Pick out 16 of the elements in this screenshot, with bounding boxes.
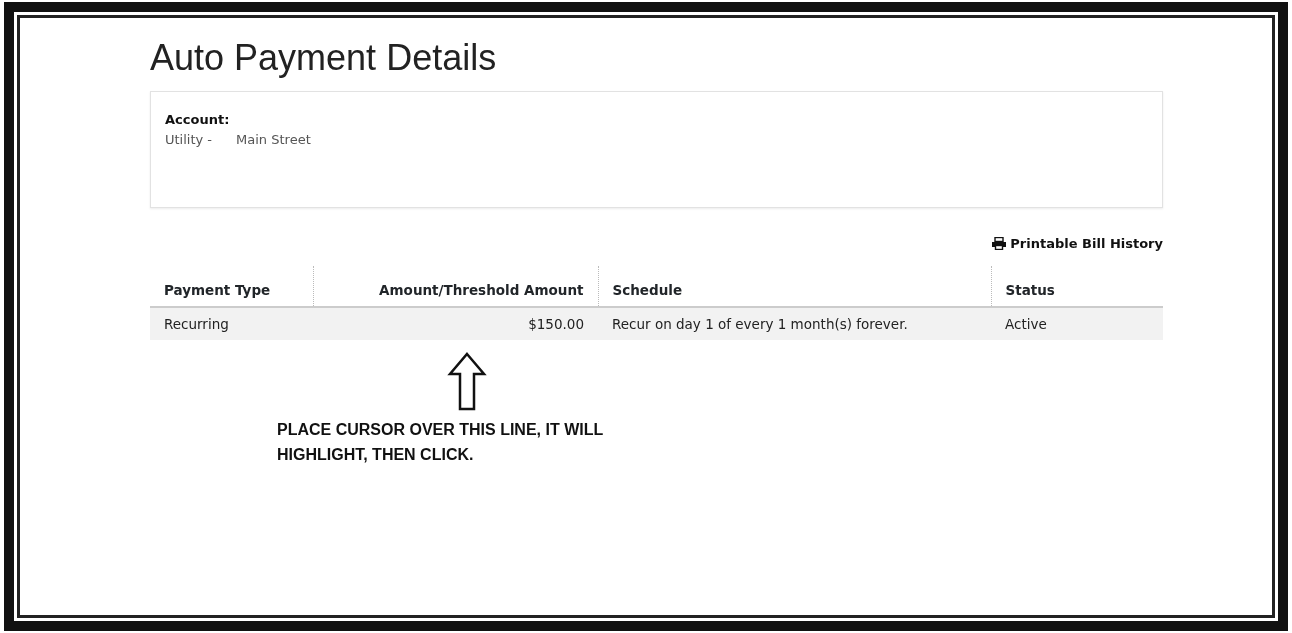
printable-bill-history-link[interactable]: Printable Bill History: [992, 234, 1163, 254]
printer-icon: [992, 237, 1007, 251]
up-arrow-icon: [447, 352, 487, 413]
column-header: Schedule: [598, 265, 991, 307]
table-cell[interactable]: $150.00: [313, 306, 598, 341]
page-title: Auto Payment Details: [150, 36, 498, 80]
account-type: Utility -: [165, 130, 213, 149]
column-header: Payment Type: [150, 265, 313, 307]
column-header: Amount/Threshold Amount: [313, 265, 598, 307]
column-header: Status: [991, 265, 1163, 307]
table-cell[interactable]: Recur on day 1 of every 1 month(s) forever.: [598, 306, 991, 341]
account-label: Account:: [165, 111, 231, 130]
table-cell[interactable]: Active: [991, 306, 1163, 341]
account-name: Main Street: [236, 130, 311, 149]
instruction-text: PLACE CURSOR OVER THIS LINE, IT WILL HIGHLIGHT, THEN CLICK.: [277, 420, 604, 465]
table-cell[interactable]: Recurring: [150, 306, 313, 341]
